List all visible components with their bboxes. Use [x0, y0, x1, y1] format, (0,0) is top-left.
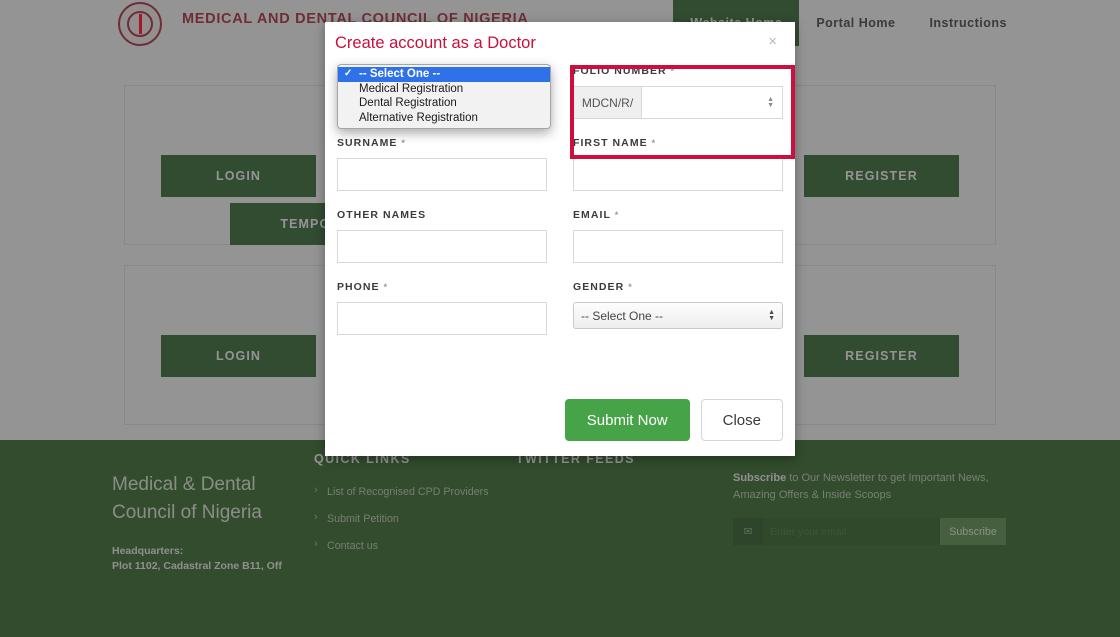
- required-marker: *: [401, 138, 406, 148]
- field-folio-number: FOLIO NUMBER * MDCN/R/ ▲ ▼: [573, 65, 783, 119]
- other-names-label: OTHER NAMES: [337, 209, 547, 221]
- form-row-4: PHONE * GENDER * -- Select One -- ▲ ▼: [337, 281, 783, 335]
- folio-number-label: FOLIO NUMBER *: [573, 65, 783, 77]
- create-account-modal: Create account as a Doctor × TYPE OF PRA…: [325, 22, 795, 456]
- form-row-2: SURNAME * FIRST NAME *: [337, 137, 783, 191]
- dropdown-option-alternative-registration[interactable]: Alternative Registration: [338, 111, 550, 126]
- app-root: MEDICAL AND DENTAL COUNCIL OF NIGERIA We…: [0, 0, 1120, 637]
- required-marker: *: [651, 138, 657, 148]
- field-surname: SURNAME *: [337, 137, 547, 191]
- number-spinner-icon[interactable]: ▲ ▼: [767, 96, 774, 109]
- modal-header: Create account as a Doctor ×: [325, 22, 795, 65]
- phone-input[interactable]: [337, 302, 547, 335]
- dropdown-scroll-icon: ▲ ▼: [539, 67, 546, 80]
- modal-footer: Submit Now Close: [325, 384, 795, 456]
- first-name-label-text: FIRST NAME: [573, 137, 648, 149]
- gender-label-text: GENDER: [573, 281, 625, 293]
- required-marker: *: [614, 210, 620, 220]
- surname-input[interactable]: [337, 158, 547, 191]
- gender-select[interactable]: -- Select One -- ▲ ▼: [573, 302, 783, 329]
- chevron-updown-icon: ▲▼: [768, 308, 775, 322]
- modal-body: TYPE OF PRACTICE * -- Select One -- ▲▼ ▲…: [325, 64, 795, 335]
- folio-number-input[interactable]: ▲ ▼: [641, 86, 783, 119]
- first-name-input[interactable]: [573, 158, 783, 191]
- required-marker: *: [383, 282, 389, 292]
- other-names-label-text: OTHER NAMES: [337, 209, 427, 221]
- folio-number-input-group: MDCN/R/ ▲ ▼: [573, 86, 783, 119]
- folio-prefix-addon: MDCN/R/: [573, 86, 641, 119]
- form-row-1: TYPE OF PRACTICE * -- Select One -- ▲▼ ▲…: [337, 64, 783, 129]
- dropdown-option-medical-registration[interactable]: Medical Registration: [338, 82, 550, 97]
- submit-now-button[interactable]: Submit Now: [564, 399, 690, 441]
- field-first-name: FIRST NAME *: [573, 137, 783, 191]
- dropdown-option-dental-registration[interactable]: Dental Registration: [338, 96, 550, 111]
- gender-value: -- Select One --: [581, 308, 664, 323]
- field-gender: GENDER * -- Select One -- ▲ ▼: [573, 281, 783, 335]
- field-email: EMAIL *: [573, 209, 783, 263]
- surname-label-text: SURNAME: [337, 137, 398, 149]
- required-marker: *: [670, 66, 676, 76]
- phone-label-text: PHONE: [337, 281, 380, 293]
- folio-number-label-text: FOLIO NUMBER: [573, 65, 667, 77]
- first-name-label: FIRST NAME *: [573, 137, 783, 149]
- surname-label: SURNAME *: [337, 137, 547, 149]
- close-button[interactable]: Close: [700, 399, 783, 441]
- form-row-3: OTHER NAMES EMAIL *: [337, 209, 783, 263]
- other-names-input[interactable]: [337, 230, 547, 263]
- gender-label: GENDER *: [573, 281, 783, 293]
- modal-title: Create account as a Doctor: [335, 34, 536, 52]
- phone-label: PHONE *: [337, 281, 547, 293]
- email-input[interactable]: [573, 230, 783, 263]
- required-marker: *: [628, 282, 633, 292]
- type-of-practice-dropdown[interactable]: ▲▼ -- Select One -- Medical Registration…: [337, 64, 551, 129]
- field-type-of-practice: TYPE OF PRACTICE * -- Select One -- ▲▼ ▲…: [337, 64, 551, 129]
- close-icon[interactable]: ×: [762, 33, 783, 50]
- email-label-text: EMAIL: [573, 209, 611, 221]
- email-label: EMAIL *: [573, 209, 783, 221]
- field-other-names: OTHER NAMES: [337, 209, 547, 263]
- field-phone: PHONE *: [337, 281, 547, 335]
- dropdown-option-select-one[interactable]: -- Select One --: [338, 67, 550, 82]
